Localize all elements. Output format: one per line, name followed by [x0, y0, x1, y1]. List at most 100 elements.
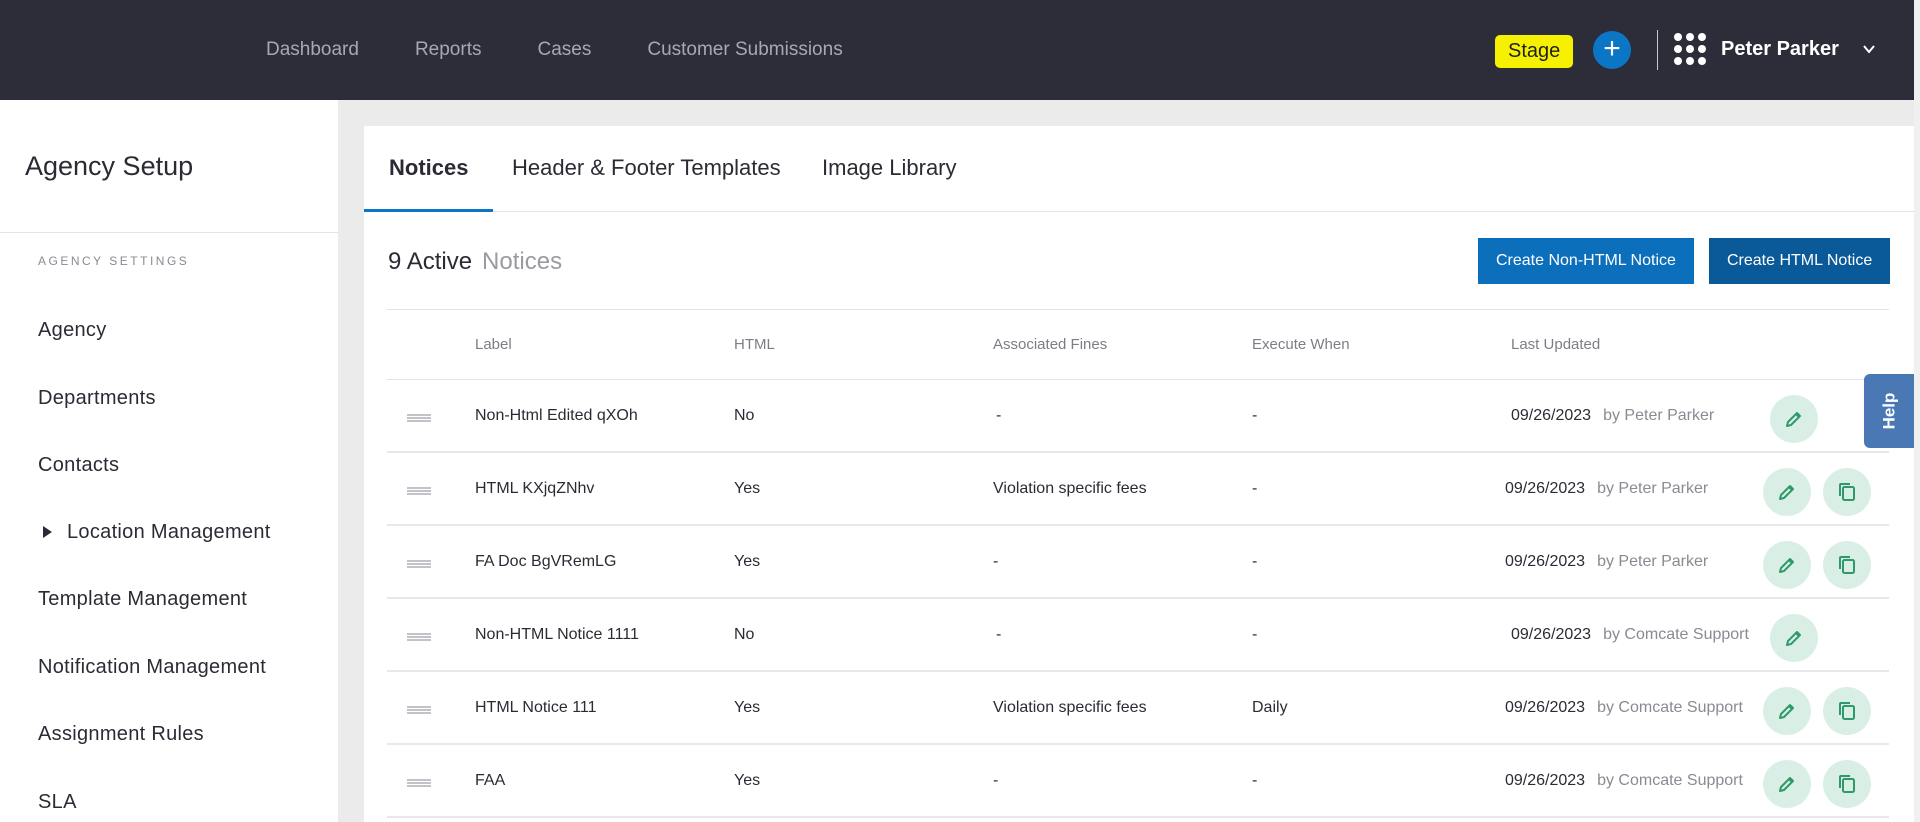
top-bar: Dashboard Reports Cases Customer Submiss… [0, 0, 1920, 100]
scrollbar[interactable] [1914, 0, 1920, 822]
sidebar-title: Agency Setup [25, 151, 194, 181]
drag-handle-icon[interactable] [407, 633, 431, 641]
table-row: Non-HTML Notice 1111 No - - 09/26/2023 by… [387, 599, 1889, 672]
main-nav: Dashboard Reports Cases Customer Submiss… [266, 0, 843, 100]
add-button[interactable]: + [1593, 31, 1631, 69]
row-label: FA Doc BgVRemLG [475, 553, 617, 570]
row-fines: - [996, 626, 1002, 643]
row-fines: - [993, 772, 999, 789]
create-html-notice-button[interactable]: Create HTML Notice [1709, 238, 1891, 284]
column-header-html: HTML [734, 336, 775, 353]
row-execute: - [1252, 407, 1258, 424]
help-label: Help [1879, 392, 1898, 430]
sidebar-item-assignment-rules[interactable]: Assignment Rules [38, 723, 204, 746]
grid-icon[interactable] [1674, 33, 1706, 65]
row-html: Yes [734, 480, 761, 497]
table-row: Non-Html Edited qXOh No - - 09/26/2023 by… [387, 380, 1889, 453]
create-non-html-notice-button[interactable]: Create Non-HTML Notice [1478, 238, 1694, 284]
nav-cases[interactable]: Cases [537, 39, 591, 61]
chevron-down-icon[interactable] [1862, 42, 1876, 56]
divider [0, 232, 338, 233]
pencil-icon [1779, 704, 1794, 719]
row-fines: - [993, 553, 999, 570]
edit-button[interactable] [1763, 687, 1811, 735]
copy-icon [1839, 556, 1855, 574]
drag-handle-icon[interactable] [407, 487, 431, 495]
row-html: No [734, 407, 755, 424]
row-last-updated: 09/26/2023 by Comcate Support [1505, 772, 1743, 789]
row-last-updated: 09/26/2023 by Peter Parker [1505, 480, 1709, 497]
copy-button[interactable] [1823, 760, 1871, 808]
copy-button[interactable] [1823, 468, 1871, 516]
tab-header-footer-templates[interactable]: Header & Footer Templates [512, 126, 781, 212]
copy-icon [1839, 702, 1855, 720]
row-label: FAA [475, 772, 506, 789]
stage-badge: Stage [1495, 35, 1574, 68]
row-html: Yes [734, 699, 761, 716]
sidebar-item-notification-management[interactable]: Notification Management [38, 656, 266, 679]
edit-button[interactable] [1763, 468, 1811, 516]
row-html: Yes [734, 772, 761, 789]
table-row: FAA Yes - - 09/26/2023 by Comcate Support [387, 745, 1889, 818]
table-row: HTML KXjqZNhv Yes Violation specific fee… [387, 453, 1889, 526]
row-execute: - [1252, 772, 1258, 789]
row-last-updated: 09/26/2023 by Peter Parker [1505, 553, 1709, 570]
row-execute: - [1252, 626, 1258, 643]
sidebar-item-contacts[interactable]: Contacts [38, 454, 119, 477]
row-html: Yes [734, 553, 761, 570]
row-last-updated: 09/26/2023 by Comcate Support [1505, 699, 1743, 716]
divider [1657, 30, 1658, 70]
pencil-icon [1786, 412, 1801, 427]
drag-handle-icon[interactable] [407, 414, 431, 422]
sidebar-section-label: AGENCY SETTINGS [38, 254, 190, 268]
copy-icon [1839, 483, 1855, 501]
edit-button[interactable] [1763, 541, 1811, 589]
row-last-updated: 09/26/2023 by Comcate Support [1511, 626, 1749, 643]
column-header-execute-when: Execute When [1252, 336, 1350, 353]
nav-customer-submissions[interactable]: Customer Submissions [647, 39, 842, 61]
column-header-last-updated: Last Updated [1511, 336, 1601, 353]
row-execute: - [1252, 553, 1258, 570]
row-execute: Daily [1252, 699, 1288, 716]
sidebar-item-departments[interactable]: Departments [38, 387, 156, 410]
edit-button[interactable] [1770, 614, 1818, 662]
copy-button[interactable] [1823, 541, 1871, 589]
edit-button[interactable] [1763, 760, 1811, 808]
row-last-updated: 09/26/2023 by Peter Parker [1511, 407, 1715, 424]
plus-icon: + [1603, 32, 1621, 65]
caret-right-icon[interactable] [43, 526, 52, 538]
row-execute: - [1252, 480, 1258, 497]
row-label: HTML KXjqZNhv [475, 480, 595, 497]
nav-dashboard[interactable]: Dashboard [266, 39, 359, 61]
main-panel: Notices Header & Footer Templates Image … [364, 126, 1914, 822]
copy-button[interactable] [1823, 687, 1871, 735]
user-name[interactable]: Peter Parker [1721, 38, 1839, 61]
drag-handle-icon[interactable] [407, 779, 431, 787]
drag-handle-icon[interactable] [407, 560, 431, 568]
table-row: HTML Notice 111 Yes Violation specific f… [387, 672, 1889, 745]
active-count: 9 Active [388, 248, 473, 275]
column-header-label: Label [475, 336, 512, 353]
sidebar-item-sla[interactable]: SLA [38, 791, 77, 814]
nav-reports[interactable]: Reports [415, 39, 482, 61]
row-label: HTML Notice 111 [475, 699, 597, 716]
row-label: Non-HTML Notice 1111 [475, 626, 639, 643]
tab-image-library[interactable]: Image Library [822, 126, 957, 212]
copy-icon [1839, 775, 1855, 793]
pencil-icon [1779, 777, 1794, 792]
row-fines: Violation specific fees [993, 480, 1147, 497]
tab-bar: Notices Header & Footer Templates Image … [364, 126, 1914, 212]
sidebar-item-location-management[interactable]: Location Management [67, 521, 271, 544]
tab-notices[interactable]: Notices [364, 126, 494, 212]
help-tab[interactable]: Help [1864, 374, 1914, 448]
sidebar-item-template-management[interactable]: Template Management [38, 588, 247, 611]
sidebar-item-agency[interactable]: Agency [38, 319, 107, 342]
pencil-icon [1779, 485, 1794, 500]
column-header-associated-fines: Associated Fines [993, 336, 1108, 353]
row-html: No [734, 626, 755, 643]
edit-button[interactable] [1770, 395, 1818, 443]
pencil-icon [1786, 631, 1801, 646]
drag-handle-icon[interactable] [407, 706, 431, 714]
divider [387, 309, 1889, 310]
sidebar: Agency Setup AGENCY SETTINGS Agency Depa… [0, 100, 338, 822]
